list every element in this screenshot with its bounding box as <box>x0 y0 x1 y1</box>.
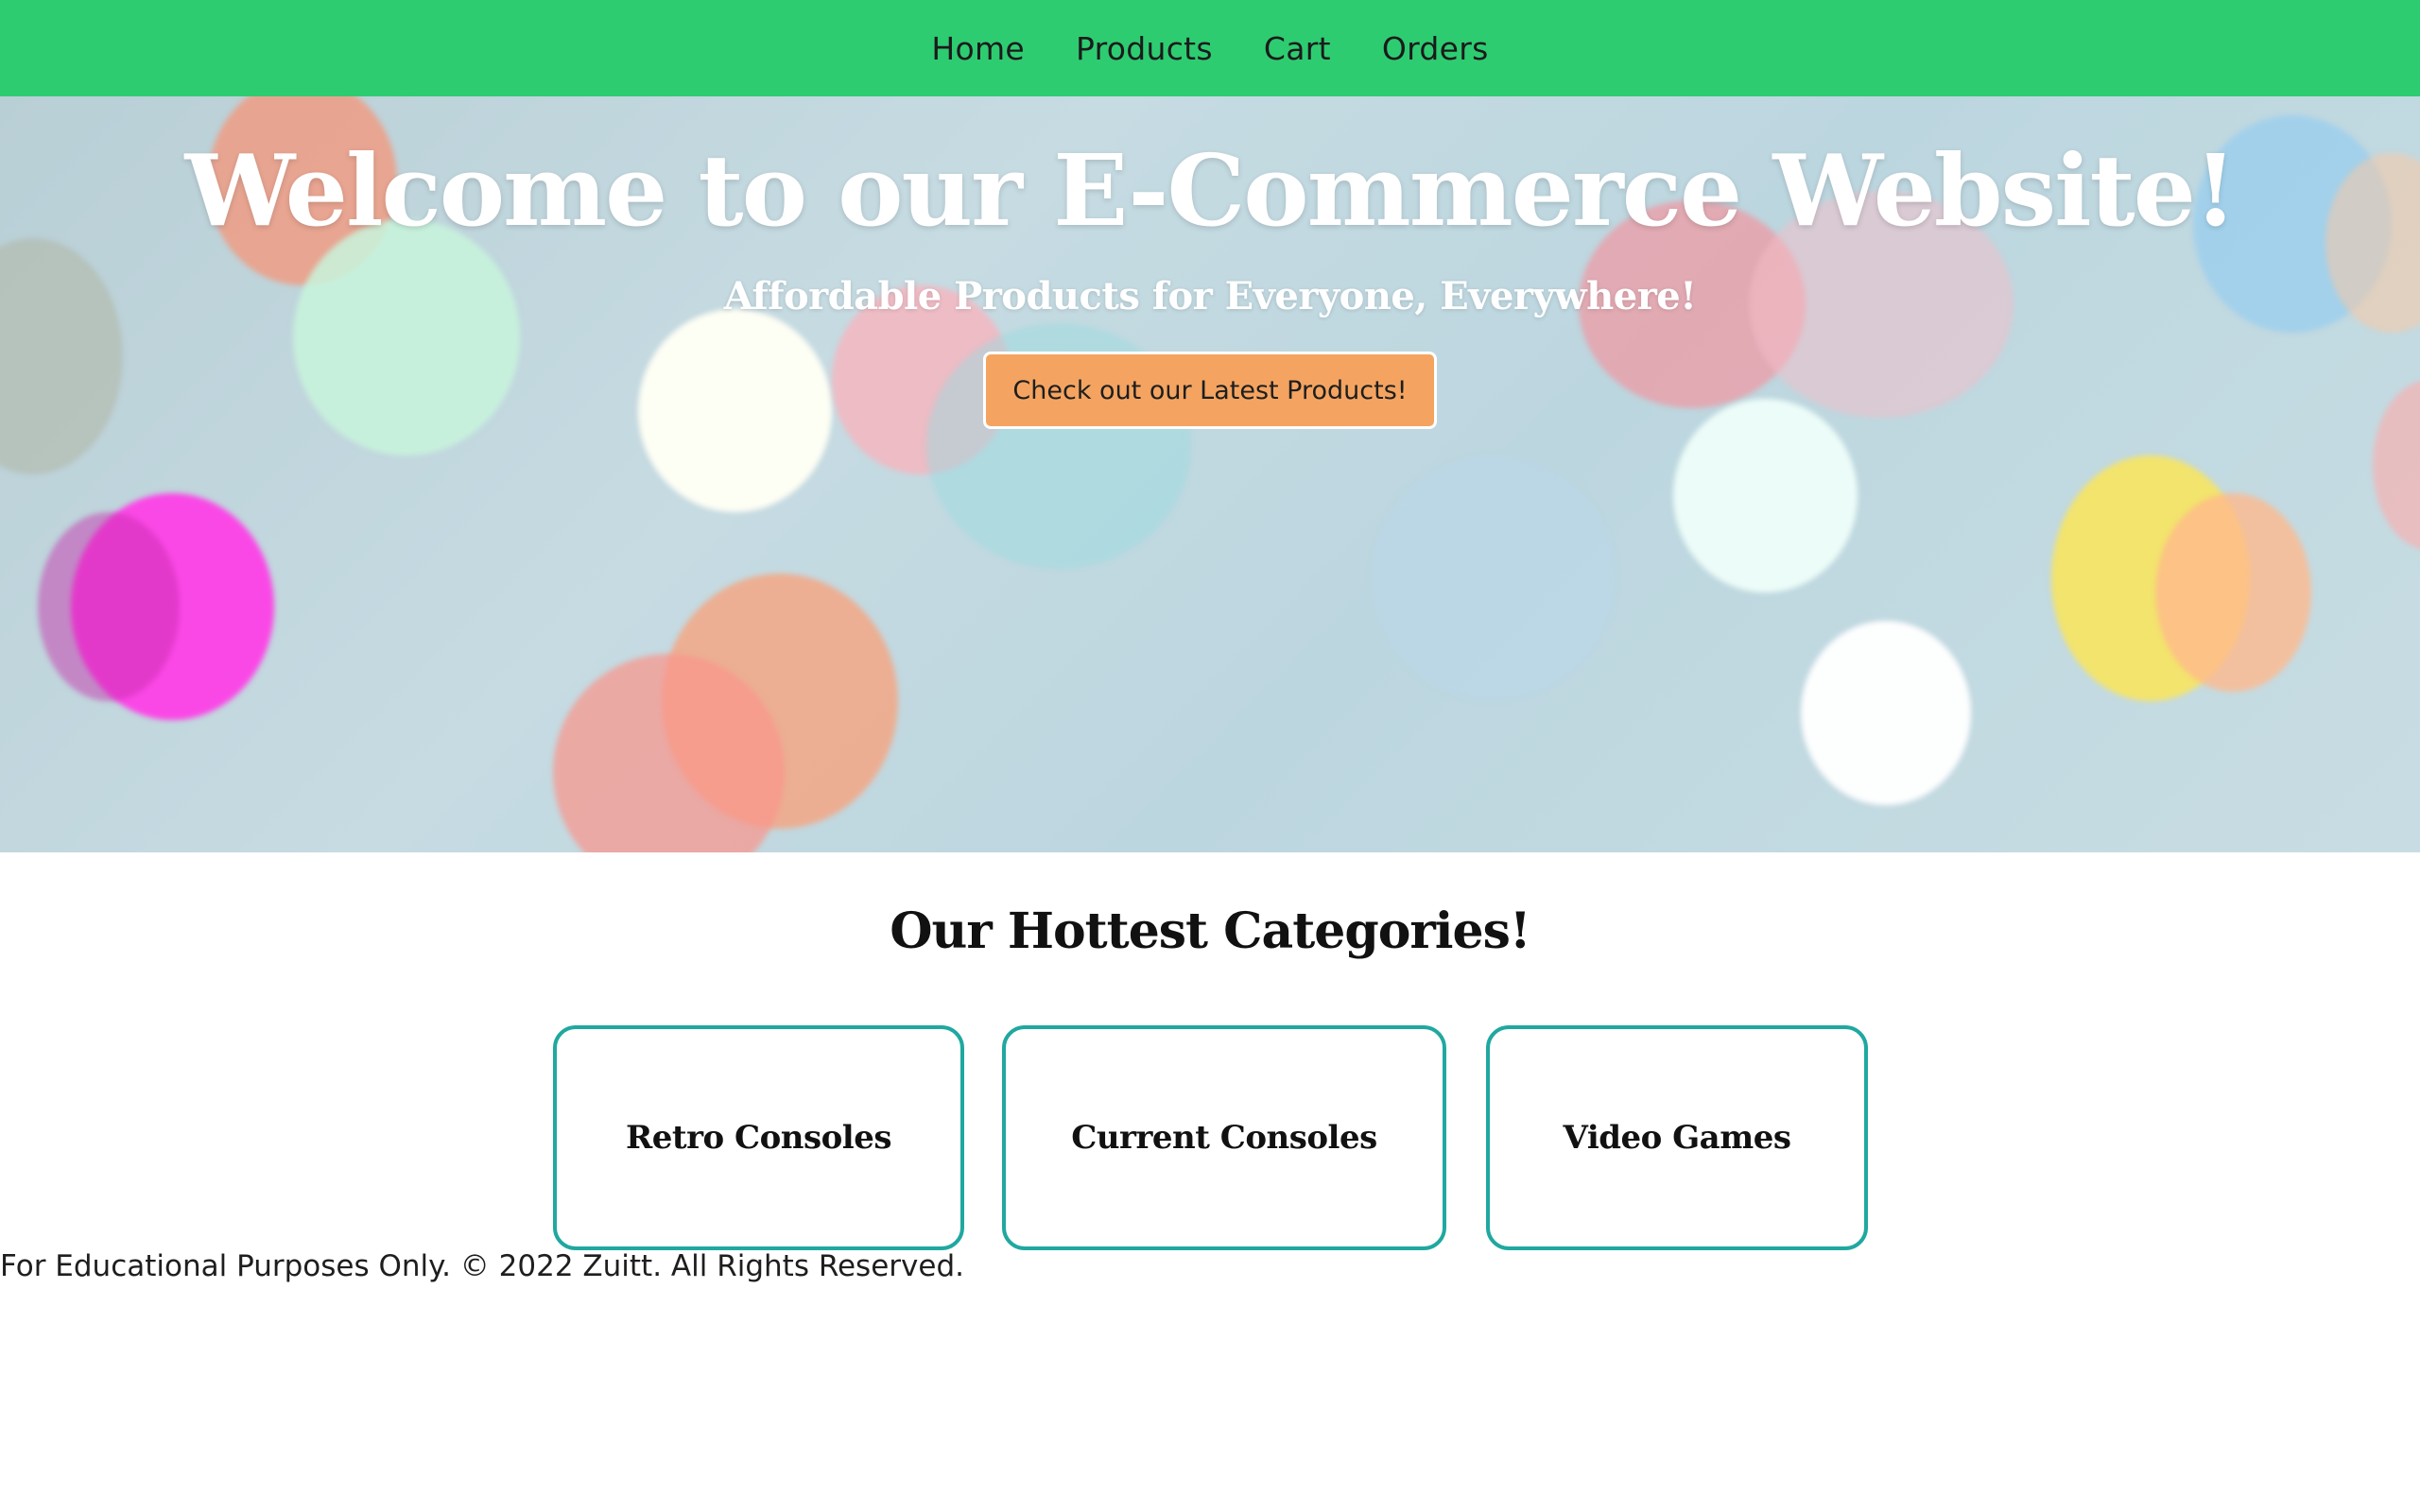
footer-text: For Educational Purposes Only. © 2022 Zu… <box>0 1249 964 1283</box>
nav-link-products[interactable]: Products <box>1076 30 1213 67</box>
category-label: Video Games <box>1563 1119 1791 1157</box>
nav-link-home[interactable]: Home <box>931 30 1025 67</box>
nav-link-cart[interactable]: Cart <box>1264 30 1331 67</box>
nav-link-orders[interactable]: Orders <box>1382 30 1489 67</box>
category-card-video-games[interactable]: Video Games <box>1486 1025 1868 1250</box>
latest-products-button[interactable]: Check out our Latest Products! <box>983 352 1437 429</box>
hero-subtitle: Affordable Products for Everyone, Everyw… <box>723 274 1697 318</box>
category-card-retro-consoles[interactable]: Retro Consoles <box>553 1025 964 1250</box>
hero-banner: Welcome to our E-Commerce Website! Affor… <box>0 96 2420 852</box>
category-label: Current Consoles <box>1071 1119 1377 1157</box>
hero-title: Welcome to our E-Commerce Website! <box>184 132 2237 249</box>
category-card-current-consoles[interactable]: Current Consoles <box>1002 1025 1446 1250</box>
categories-title: Our Hottest Categories! <box>890 902 1531 960</box>
category-label: Retro Consoles <box>626 1119 892 1157</box>
navbar: Home Products Cart Orders <box>0 0 2420 96</box>
